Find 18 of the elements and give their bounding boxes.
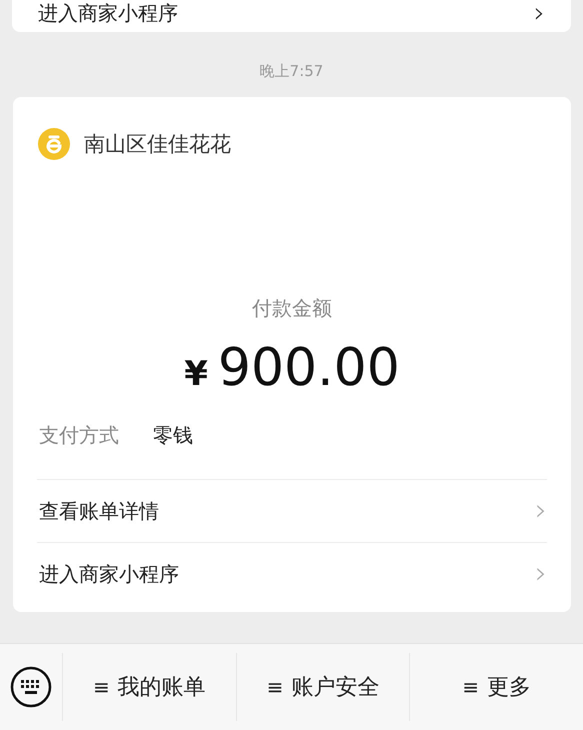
- amount-label: 付款金额: [252, 295, 332, 322]
- payment-amount: 900.00: [218, 338, 400, 398]
- menu-button[interactable]: ≡ 更多: [410, 653, 583, 721]
- currency-symbol: ¥: [184, 354, 208, 394]
- link-row-label[interactable]: 查看账单详情: [39, 498, 159, 524]
- menu-button[interactable]: ≡ 账户安全: [236, 653, 410, 721]
- keyboard-icon[interactable]: [10, 666, 52, 708]
- menu-button[interactable]: ≡ 我的账单: [63, 653, 237, 721]
- message-time: 晚上7:57: [260, 62, 324, 81]
- link-row-label[interactable]: 进入商家小程序: [39, 560, 179, 588]
- payment-method-label: 支付方式: [39, 422, 119, 449]
- chevron-icon: ›: [534, 2, 545, 24]
- chevron-icon: ›: [535, 564, 547, 584]
- merchant-logo-icon: [37, 127, 71, 161]
- chevron-icon: ›: [535, 501, 547, 521]
- mini-program-link[interactable]: 进入商家小程序: [38, 2, 178, 24]
- payment-method-value: 零钱: [153, 422, 193, 449]
- merchant-name: 南山区佳佳花花: [84, 131, 231, 158]
